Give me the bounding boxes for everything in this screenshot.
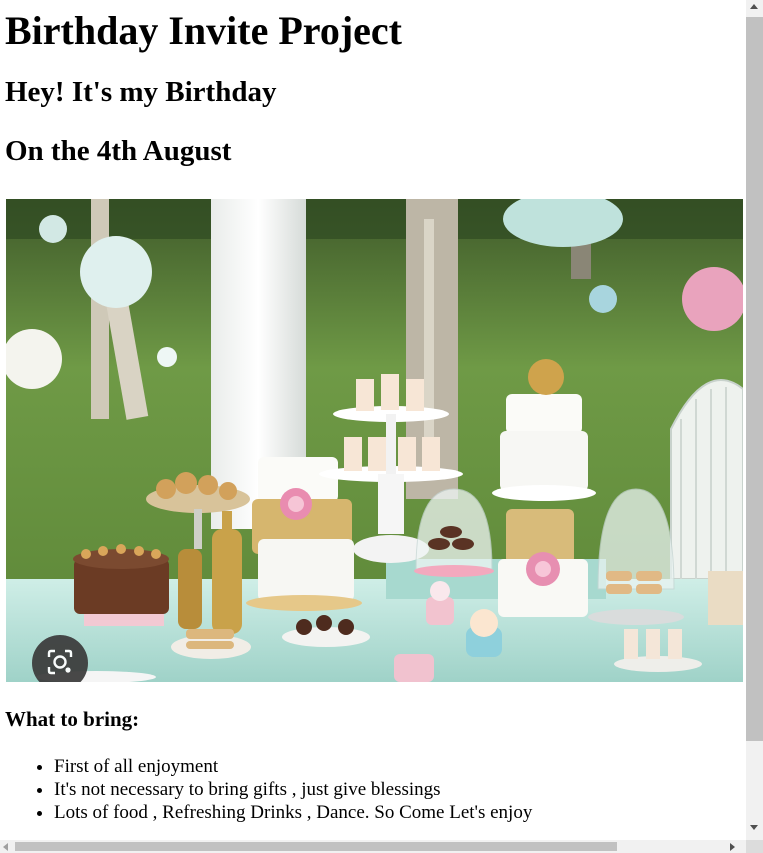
- scroll-up-arrow-icon[interactable]: [750, 4, 758, 9]
- scrollbar-corner: [746, 840, 763, 853]
- what-to-bring-heading: What to bring:: [5, 707, 140, 731]
- party-photo: [6, 199, 743, 682]
- vertical-scrollbar-thumb[interactable]: [746, 17, 763, 741]
- camera-search-icon: [47, 649, 73, 675]
- scroll-right-arrow-icon[interactable]: [730, 843, 735, 851]
- vertical-scrollbar[interactable]: [746, 0, 763, 840]
- list-item: It's not necessary to bring gifts , just…: [54, 778, 744, 801]
- list-item: First of all enjoyment: [54, 755, 744, 778]
- party-photo-illustration: [6, 199, 743, 682]
- page-title: Birthday Invite Project: [5, 8, 402, 53]
- camera-search-button[interactable]: [32, 635, 88, 682]
- list-item: Lots of food , Refreshing Drinks , Dance…: [54, 801, 744, 824]
- horizontal-scrollbar[interactable]: [0, 840, 746, 853]
- greeting-heading: Hey! It's my Birthday: [5, 76, 277, 108]
- scroll-down-arrow-icon[interactable]: [750, 825, 758, 830]
- bring-list: First of all enjoyment It's not necessar…: [5, 755, 744, 824]
- page-viewport: Birthday Invite Project Hey! It's my Bir…: [0, 0, 746, 840]
- horizontal-scrollbar-thumb[interactable]: [15, 842, 617, 851]
- scroll-left-arrow-icon[interactable]: [3, 843, 8, 851]
- page-content: Birthday Invite Project Hey! It's my Bir…: [5, 0, 743, 823]
- date-heading: On the 4th August: [5, 135, 232, 167]
